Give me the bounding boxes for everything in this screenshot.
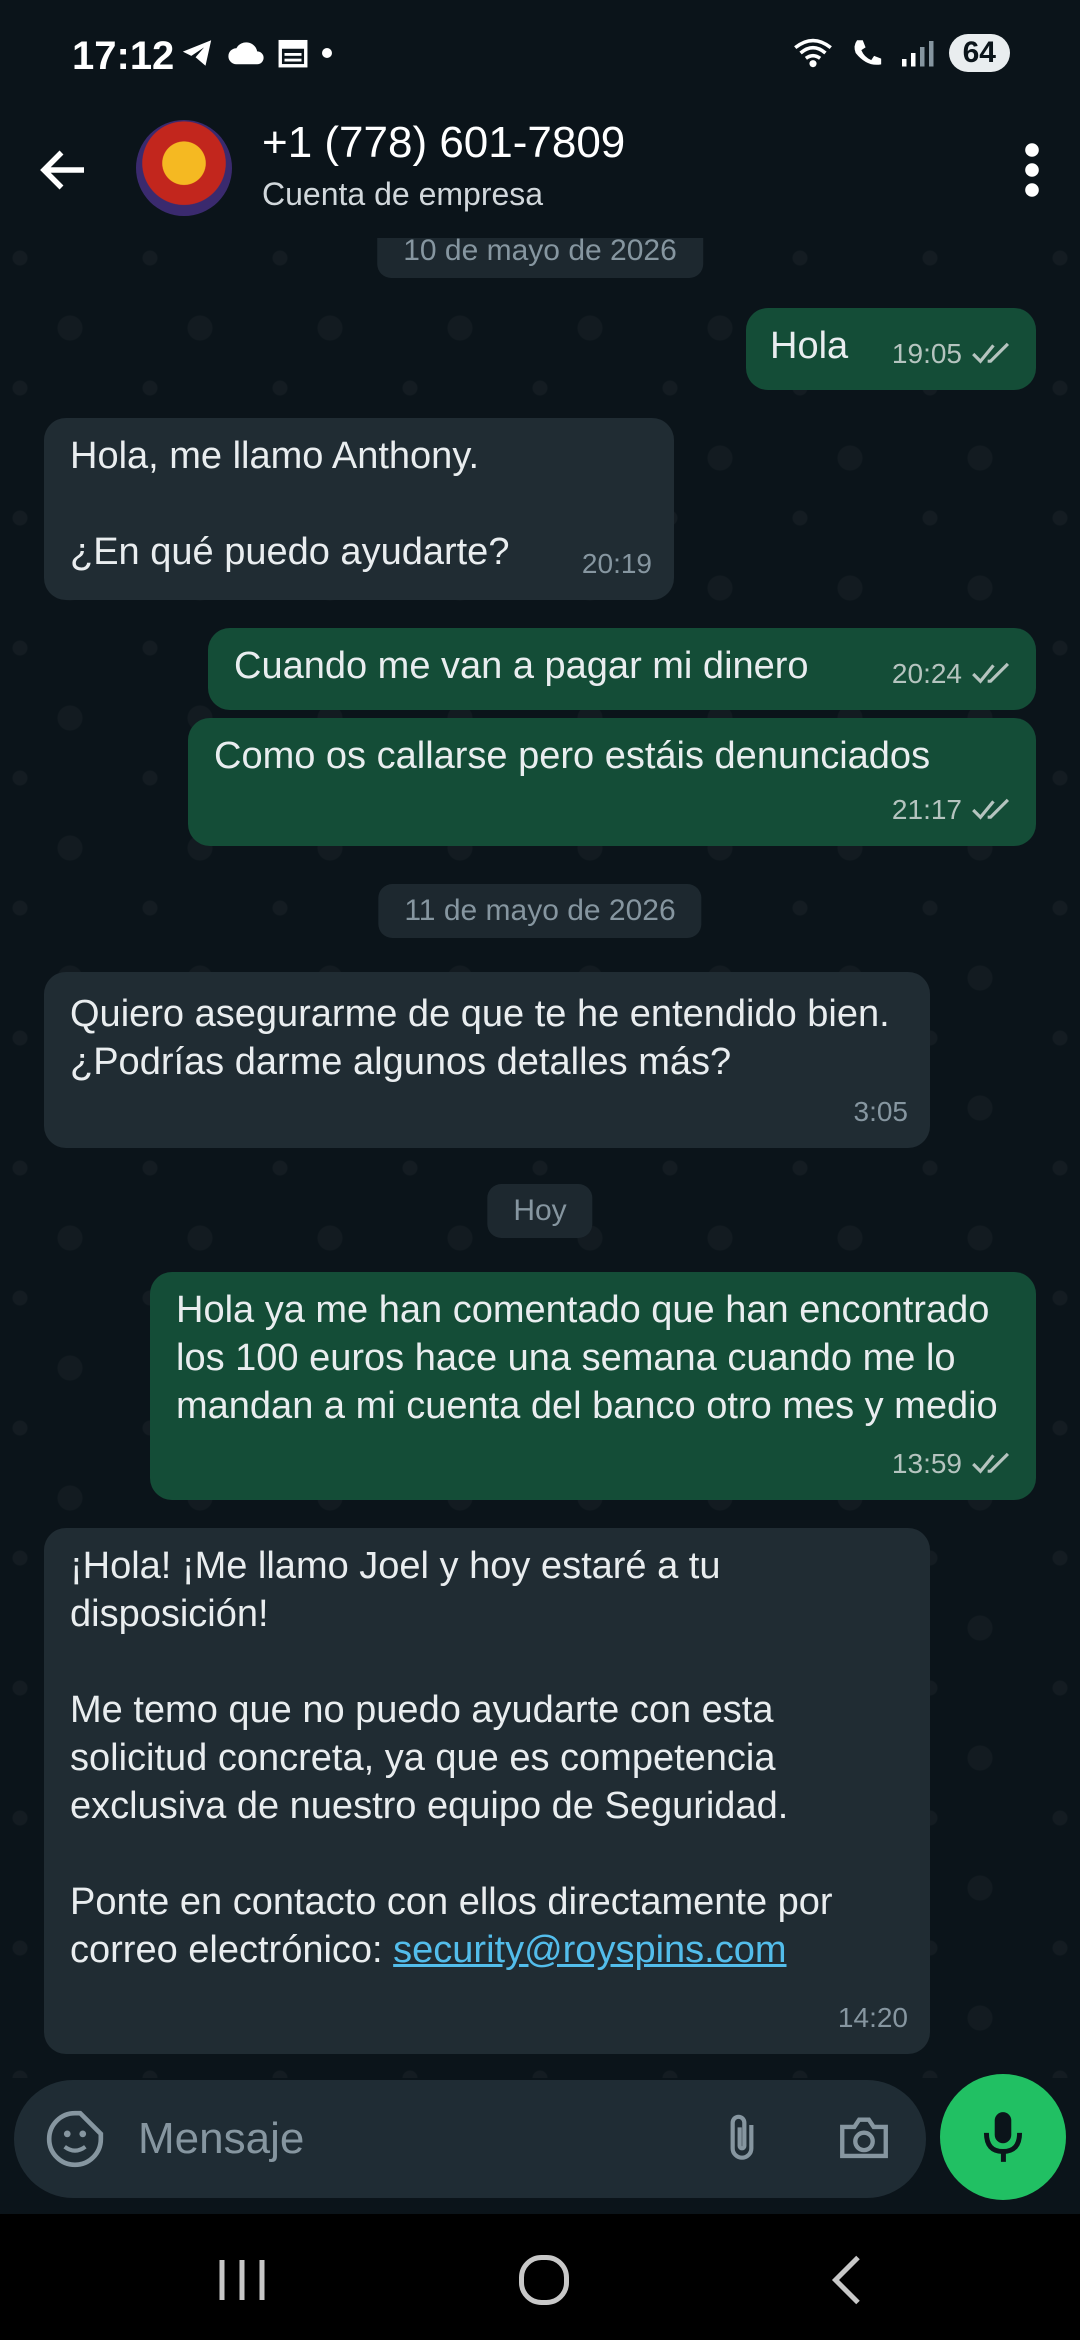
more-vert-icon[interactable]	[1012, 140, 1052, 200]
message-bubble-incoming[interactable]: Hola, me llamo Anthony. ¿En qué puedo ay…	[44, 418, 674, 600]
message-bubble-outgoing[interactable]: Cuando me van a pagar mi dinero 20:24	[208, 628, 1036, 710]
message-meta: 21:17	[892, 786, 1014, 834]
contact-name[interactable]: +1 (778) 601-7809	[262, 118, 625, 168]
email-link[interactable]: security@royspins.com	[393, 1929, 786, 1971]
status-bar: 17:12 64	[0, 0, 1080, 110]
message-time: 20:19	[581, 548, 652, 579]
contact-subtitle[interactable]: Cuenta de empresa	[262, 176, 543, 213]
message-text: Hola	[770, 325, 849, 367]
back-arrow-icon[interactable]	[34, 140, 94, 200]
message-text: Cuando me van a pagar mi dinero	[234, 645, 809, 687]
message-text: Quiero asegurarme de que te he entendido…	[70, 993, 890, 1083]
message-time: 13:59	[891, 1448, 962, 1479]
message-meta: 13:59	[892, 1440, 1014, 1488]
status-time: 17:12	[72, 34, 175, 78]
system-navigation-bar	[0, 2214, 1080, 2340]
message-composer[interactable]: Mensaje	[14, 2080, 926, 2198]
wifi-call-icon	[793, 38, 832, 68]
message-text: Como os callarse pero estáis denunciados	[214, 735, 931, 777]
message-time: 14:20	[837, 2002, 908, 2033]
message-text: Hola, me llamo Anthony.	[70, 435, 480, 477]
message-time: 20:24	[891, 658, 962, 689]
status-system-icons: 64	[791, 34, 1010, 72]
message-text: ¿En qué puedo ayudarte?	[70, 531, 510, 573]
double-check-icon	[972, 342, 1010, 364]
date-chip: 10 de mayo de 2026	[377, 238, 703, 278]
message-input[interactable]: Mensaje	[138, 2114, 304, 2164]
double-check-icon	[972, 662, 1010, 684]
battery-indicator: 64	[948, 34, 1010, 72]
message-meta: 20:19	[582, 540, 652, 588]
message-meta: 20:24	[892, 650, 1014, 698]
date-chip: 11 de mayo de 2026	[378, 884, 702, 938]
message-bubble-incoming[interactable]: Quiero asegurarme de que te he entendido…	[44, 972, 930, 1148]
cloud-icon	[228, 42, 264, 65]
chat-header: +1 (778) 601-7809 Cuenta de empresa	[0, 110, 1080, 239]
message-meta: 19:05	[892, 330, 1014, 378]
message-time: 21:17	[891, 794, 962, 825]
message-text: Ponte en contacto con ellos directamente…	[70, 1878, 904, 1974]
phone-icon	[854, 40, 881, 65]
nav-back-icon[interactable]	[818, 2250, 878, 2310]
chat-area[interactable]: 10 de mayo de 2026 Hola 19:05 Hola, me l…	[0, 238, 1080, 2078]
calendar-icon	[278, 39, 308, 68]
message-bubble-incoming[interactable]: ¡Hola! ¡Me llamo Joel y hoy estaré a tu …	[44, 1528, 930, 2054]
message-time: 3:05	[853, 1096, 909, 1127]
message-time: 19:05	[891, 338, 962, 369]
signal-icon	[901, 41, 934, 67]
message-text: ¡Hola! ¡Me llamo Joel y hoy estaré a tu …	[70, 1545, 721, 1635]
camera-icon[interactable]	[834, 2110, 894, 2168]
double-check-icon	[972, 1452, 1010, 1474]
message-meta: 14:20	[838, 1994, 908, 2042]
message-meta: 3:05	[854, 1088, 909, 1136]
status-notification-icons	[178, 36, 334, 70]
telegram-icon	[182, 40, 212, 66]
double-check-icon	[972, 798, 1010, 820]
home-icon[interactable]	[514, 2250, 574, 2310]
attach-icon[interactable]	[714, 2110, 770, 2168]
avatar[interactable]	[136, 120, 232, 216]
date-chip: Hoy	[487, 1184, 593, 1238]
message-bubble-outgoing[interactable]: Hola ya me han comentado que han encontr…	[150, 1272, 1036, 1500]
message-text: Me temo que no puedo ayudarte con esta s…	[70, 1689, 789, 1827]
mic-button[interactable]	[940, 2074, 1066, 2200]
dot-icon	[322, 48, 332, 58]
message-text: Hola ya me han comentado que han encontr…	[176, 1289, 998, 1427]
sticker-icon[interactable]	[44, 2108, 106, 2170]
mic-icon	[983, 2112, 1023, 2162]
message-bubble-outgoing[interactable]: Como os callarse pero estáis denunciados…	[188, 718, 1036, 846]
message-bubble-outgoing[interactable]: Hola 19:05	[746, 308, 1036, 390]
recents-icon[interactable]	[212, 2250, 272, 2310]
